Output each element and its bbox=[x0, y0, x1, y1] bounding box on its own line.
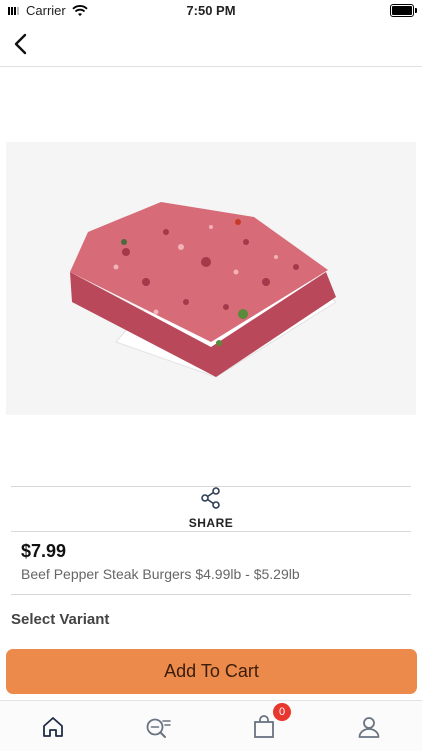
product-price: $7.99 bbox=[21, 541, 67, 561]
home-icon bbox=[43, 717, 63, 737]
navigation-bar bbox=[0, 22, 422, 67]
product-description: Beef Pepper Steak Burgers $4.99lb - $5.2… bbox=[21, 566, 300, 582]
tab-home[interactable] bbox=[41, 715, 67, 741]
bag-icon bbox=[254, 715, 274, 738]
tab-cart[interactable] bbox=[253, 715, 279, 741]
add-to-cart-button[interactable]: Add To Cart bbox=[6, 649, 417, 694]
share-button[interactable]: SHARE bbox=[171, 487, 251, 530]
tab-search[interactable] bbox=[145, 715, 171, 741]
tab-bar bbox=[0, 700, 422, 751]
user-icon bbox=[358, 717, 380, 738]
battery-icon bbox=[390, 4, 417, 17]
product-image bbox=[6, 142, 416, 415]
product-photo bbox=[6, 142, 416, 415]
cart-count-badge: 0 bbox=[273, 703, 291, 721]
divider-middle bbox=[11, 531, 411, 532]
share-icon bbox=[201, 487, 220, 509]
chevron-left-icon bbox=[14, 33, 27, 55]
divider-bottom bbox=[11, 594, 411, 595]
back-button[interactable] bbox=[8, 30, 36, 58]
share-label: SHARE bbox=[188, 516, 234, 530]
status-bar: Carrier 7:50 PM bbox=[0, 0, 422, 22]
variant-title: Select Variant bbox=[11, 611, 110, 628]
status-time: 7:50 PM bbox=[186, 3, 236, 18]
search-icon bbox=[146, 718, 171, 738]
tab-account[interactable] bbox=[357, 715, 383, 741]
